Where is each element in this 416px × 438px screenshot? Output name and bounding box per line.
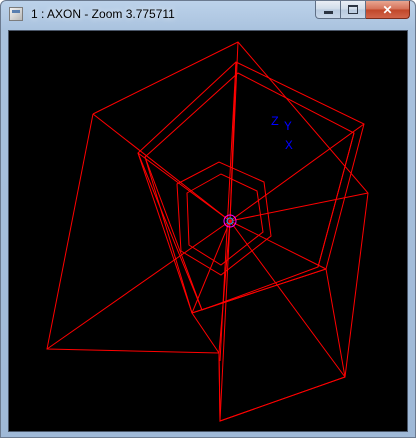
spoke <box>46 220 231 350</box>
window-title: 1 : AXON - Zoom 3.775711 <box>31 7 175 21</box>
3d-viewport[interactable]: Z Y X <box>8 30 408 432</box>
app-icon[interactable] <box>9 7 23 21</box>
maximize-button[interactable] <box>341 1 366 19</box>
close-icon: ✕ <box>382 2 393 17</box>
minimize-icon <box>323 10 333 14</box>
outer-frame <box>46 41 369 422</box>
axis-label-x: X <box>285 138 293 153</box>
lower-polygon <box>191 268 346 422</box>
spoke <box>229 192 369 222</box>
minimize-button[interactable] <box>315 1 341 19</box>
axis-label-y: Y <box>284 119 292 134</box>
wireframe-scene <box>46 41 369 422</box>
inner-polygon <box>144 72 355 311</box>
spoke <box>229 220 346 378</box>
close-button[interactable]: ✕ <box>366 1 410 19</box>
spoke <box>229 41 239 222</box>
edge <box>219 61 237 362</box>
maximize-icon <box>348 5 358 14</box>
caption-buttons: ✕ <box>315 1 410 21</box>
title-bar[interactable]: 1 : AXON - Zoom 3.775711 ✕ <box>1 1 415 29</box>
wireframe-model <box>46 41 369 422</box>
upper-polygon <box>137 61 365 314</box>
axis-label-z: Z <box>271 114 279 129</box>
application-window: 1 : AXON - Zoom 3.775711 ✕ Z Y X <box>0 0 416 438</box>
spoke <box>229 220 327 270</box>
